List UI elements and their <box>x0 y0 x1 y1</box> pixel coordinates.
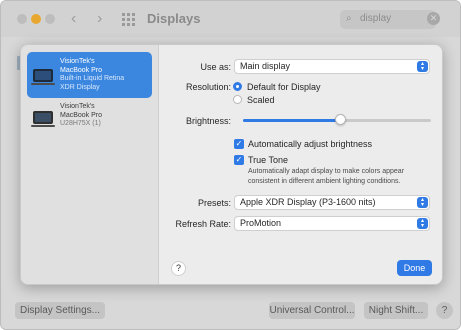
close-window-button[interactable] <box>17 14 27 24</box>
resolution-scaled-radio[interactable] <box>233 95 242 104</box>
search-field[interactable]: ⌕ display ✕ <box>340 10 440 29</box>
search-icon: ⌕ <box>346 13 352 24</box>
display-name-line: VisionTek's <box>60 58 95 65</box>
presets-label: Presets: <box>197 198 231 208</box>
back-icon[interactable]: ‹ <box>71 9 76 29</box>
brightness-slider-fill <box>243 119 341 122</box>
true-tone-checkbox[interactable]: ✓ <box>234 155 244 165</box>
title-bar: ‹ › Displays ⌕ display ✕ <box>1 1 460 37</box>
true-tone-description: Automatically adapt display to make colo… <box>248 168 405 185</box>
display-type-line: U28H75X (1) <box>60 120 101 128</box>
true-tone-label[interactable]: True Tone <box>248 155 288 165</box>
popup-chevron-icon: ▴ ▾ <box>417 61 428 72</box>
display-list: VisionTek's MacBook Pro Built-in Liquid … <box>21 45 159 284</box>
display-settings-sheet: VisionTek's MacBook Pro Built-in Liquid … <box>20 44 443 285</box>
laptop-display-icon <box>31 69 55 85</box>
forward-icon[interactable]: › <box>97 9 102 29</box>
resolution-default-label[interactable]: Default for Display <box>247 82 321 92</box>
resolution-default-radio[interactable] <box>233 82 242 91</box>
night-shift-button[interactable]: Night Shift... <box>364 302 428 319</box>
presets-popup[interactable]: Apple XDR Display (P3-1600 nits) ▴ ▾ <box>234 195 430 210</box>
popup-chevron-icon: ▴ ▾ <box>417 197 428 208</box>
show-all-grid-icon[interactable] <box>122 13 135 26</box>
brightness-slider-knob[interactable] <box>335 114 347 125</box>
refresh-rate-value: ProMotion <box>240 218 282 228</box>
settings-panel: Use as: Main display ▴ ▾ Resolution: Defa… <box>159 45 442 284</box>
brightness-label: Brightness: <box>185 116 231 126</box>
display-name-line: VisionTek's <box>60 103 95 110</box>
background-help-button[interactable]: ? <box>436 302 453 319</box>
popup-chevron-icon: ▴ ▾ <box>417 218 428 229</box>
display-name-line: MacBook Pro <box>60 66 103 74</box>
clear-search-icon[interactable]: ✕ <box>427 12 440 25</box>
monitor-display-icon <box>31 111 55 127</box>
presets-value: Apple XDR Display (P3-1600 nits) <box>240 197 376 207</box>
resolution-scaled-label[interactable]: Scaled <box>247 95 275 105</box>
display-item-external[interactable]: VisionTek's MacBook Pro U28H75X (1) <box>27 100 152 138</box>
zoom-window-button[interactable] <box>45 14 55 24</box>
search-input[interactable]: display <box>360 13 391 24</box>
display-name-line: MacBook Pro <box>60 111 103 119</box>
display-item-builtin[interactable]: VisionTek's MacBook Pro Built-in Liquid … <box>27 52 152 98</box>
use-as-label: Use as: <box>200 62 231 72</box>
resolution-label: Resolution: <box>185 82 231 92</box>
minimize-window-button[interactable] <box>31 14 41 24</box>
help-button[interactable]: ? <box>171 261 186 276</box>
refresh-rate-label: Refresh Rate: <box>175 219 231 229</box>
universal-control-button[interactable]: Universal Control... <box>269 302 355 319</box>
display-settings-button[interactable]: Display Settings... <box>15 302 105 319</box>
done-button[interactable]: Done <box>397 260 432 276</box>
window-title: Displays <box>147 11 201 26</box>
use-as-popup[interactable]: Main display ▴ ▾ <box>234 59 430 74</box>
display-type-line: XDR Display <box>60 83 100 91</box>
auto-brightness-checkbox[interactable]: ✓ <box>234 139 244 149</box>
use-as-value: Main display <box>240 61 291 71</box>
display-type-line: Built-in Liquid Retina <box>60 75 125 83</box>
auto-brightness-label[interactable]: Automatically adjust brightness <box>248 139 372 149</box>
refresh-rate-popup[interactable]: ProMotion ▴ ▾ <box>234 216 430 231</box>
